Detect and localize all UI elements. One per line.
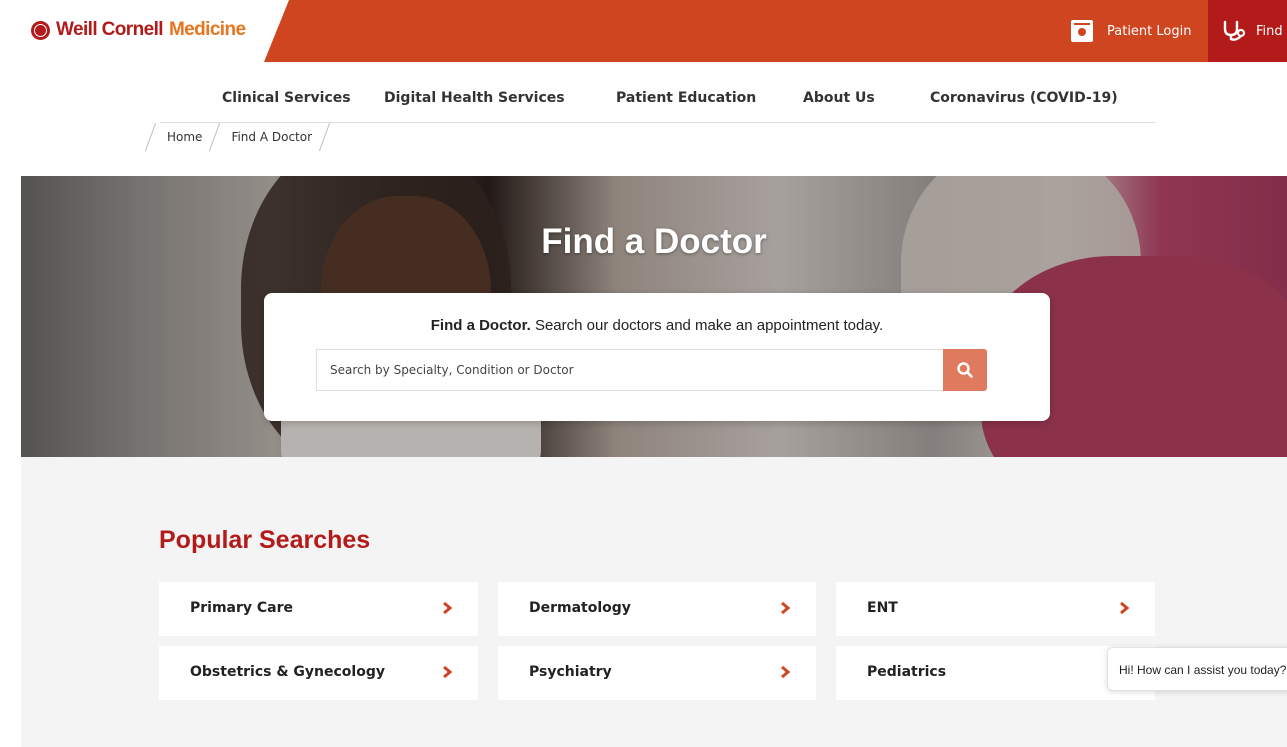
seal-icon	[31, 20, 50, 40]
find-doctor-label: Find	[1256, 23, 1283, 39]
chevron-right-icon	[781, 665, 791, 679]
patient-login-link[interactable]: Patient Login	[1071, 0, 1191, 62]
popular-search-label: Pediatrics	[867, 664, 947, 680]
popular-search-card[interactable]: Obstetrics & Gynecology	[159, 646, 478, 700]
search-lead-text: Search our doctors and make an appointme…	[530, 317, 884, 334]
main-nav: Clinical Services Digital Health Service…	[160, 86, 1156, 123]
logo-text-primary: Weill Cornell	[56, 19, 164, 40]
logo[interactable]: Weill Cornell Medicine	[31, 19, 246, 41]
nav-digital-health-services[interactable]: Digital Health Services	[384, 90, 565, 106]
nav-coronavirus[interactable]: Coronavirus (COVID-19)	[930, 90, 1118, 106]
chevron-right-icon	[1120, 601, 1130, 615]
nav-about-us[interactable]: About Us	[803, 90, 875, 106]
popular-search-label: Psychiatry	[529, 664, 612, 680]
popular-search-card[interactable]: Dermatology	[498, 582, 816, 636]
chevron-right-icon	[781, 601, 791, 615]
popular-search-card[interactable]: Psychiatry	[498, 646, 816, 700]
popular-search-label: Obstetrics & Gynecology	[190, 664, 385, 680]
search-lead-bold: Find a Doctor.	[430, 317, 531, 334]
popular-search-label: ENT	[867, 600, 898, 616]
search-card: Find a Doctor. Search our doctors and ma…	[264, 293, 1050, 421]
breadcrumb-current: Find A Doctor	[231, 130, 313, 144]
popular-search-card[interactable]: Primary Care	[159, 582, 478, 636]
search-icon	[957, 362, 973, 378]
patient-login-label: Patient Login	[1107, 23, 1192, 39]
patient-portal-icon	[1071, 20, 1093, 42]
popular-search-label: Dermatology	[529, 600, 631, 616]
popular-search-card[interactable]: ENT	[836, 582, 1155, 636]
breadcrumb-home[interactable]: Home	[151, 124, 214, 150]
logo-text-secondary: Medicine	[168, 19, 246, 40]
search-button[interactable]	[943, 349, 987, 391]
popular-searches-title: Popular Searches	[159, 526, 371, 554]
find-doctor-button[interactable]: Find	[1208, 0, 1287, 62]
nav-patient-education[interactable]: Patient Education	[616, 90, 756, 106]
search-input[interactable]	[316, 349, 944, 391]
page-title: Find a Doctor	[541, 222, 767, 261]
chat-widget-bubble[interactable]: Hi! How can I assist you today?	[1107, 647, 1287, 691]
stethoscope-icon	[1223, 20, 1246, 41]
breadcrumb: Home Find A Doctor	[144, 123, 331, 151]
chevron-right-icon	[443, 665, 453, 679]
top-bar: Weill Cornell Medicine Patient Login Fin…	[0, 0, 1287, 62]
popular-search-label: Primary Care	[190, 600, 294, 616]
chevron-right-icon	[443, 601, 453, 615]
nav-clinical-services[interactable]: Clinical Services	[222, 90, 351, 106]
search-lead: Find a Doctor. Search our doctors and ma…	[264, 317, 1050, 334]
